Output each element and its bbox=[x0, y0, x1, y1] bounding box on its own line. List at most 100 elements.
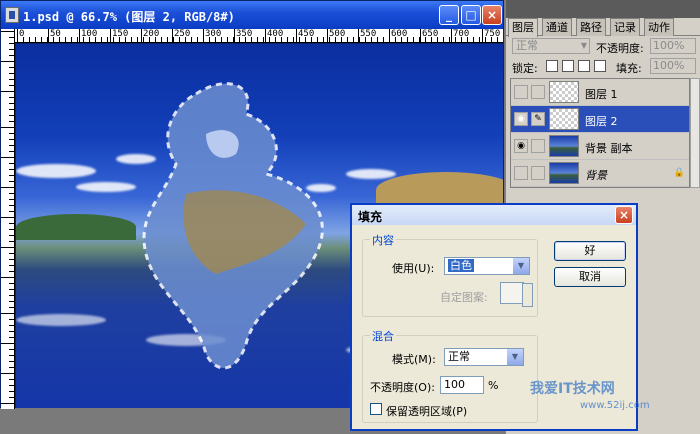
ruler-tick bbox=[234, 29, 235, 42]
use-select[interactable]: 白色 ▼ bbox=[444, 257, 530, 275]
ruler-label: 550 bbox=[360, 29, 377, 39]
layers-scrollbar[interactable] bbox=[690, 78, 700, 188]
opacity-field[interactable]: 100% bbox=[650, 38, 696, 54]
opacity-unit: % bbox=[488, 379, 499, 392]
mode-select-value: 正常 bbox=[448, 350, 470, 363]
vertical-ruler[interactable] bbox=[1, 29, 15, 409]
ruler-tick bbox=[9, 73, 14, 74]
ruler-tick bbox=[329, 37, 330, 42]
ruler-tick bbox=[281, 37, 282, 42]
ruler-tick bbox=[9, 121, 14, 122]
ruler-tick bbox=[221, 37, 222, 42]
dialog-titlebar[interactable]: 填充 × bbox=[352, 205, 636, 225]
lock-all-icon[interactable] bbox=[594, 60, 606, 72]
minimize-button[interactable]: _ bbox=[439, 5, 459, 25]
layer-row[interactable]: 图层 1 bbox=[511, 79, 689, 106]
ruler-tick bbox=[9, 211, 14, 212]
tab-paths[interactable]: 路径 bbox=[576, 18, 606, 36]
content-group bbox=[362, 239, 538, 317]
close-button[interactable]: × bbox=[482, 5, 502, 25]
tab-channels[interactable]: 通道 bbox=[542, 18, 572, 36]
ruler-tick bbox=[89, 37, 90, 42]
ruler-tick bbox=[251, 37, 252, 42]
ruler-tick bbox=[9, 163, 14, 164]
panel-header bbox=[506, 0, 700, 18]
ruler-tick bbox=[359, 37, 360, 42]
fill-field[interactable]: 100% bbox=[650, 58, 696, 74]
layer-row[interactable]: 背景 🔒 bbox=[511, 160, 689, 187]
mode-select[interactable]: 正常 ▼ bbox=[444, 348, 524, 366]
link-toggle[interactable] bbox=[531, 166, 545, 180]
ruler-tick bbox=[377, 37, 378, 42]
tab-history[interactable]: 记录 bbox=[610, 18, 640, 36]
ruler-tick bbox=[1, 91, 14, 92]
ruler-tick bbox=[365, 37, 366, 42]
watermark-url: www.52ij.com bbox=[580, 400, 650, 411]
ruler-tick bbox=[383, 37, 384, 42]
blend-mode-select[interactable]: 正常 bbox=[512, 38, 590, 54]
ruler-tick bbox=[9, 337, 14, 338]
horizontal-ruler[interactable]: 0 50 100 150 200 250 300 350 400 450 500 550 600 650 7… bbox=[15, 29, 503, 43]
eye-icon[interactable]: ◉ bbox=[514, 112, 528, 126]
ruler-tick bbox=[245, 37, 246, 42]
ruler-tick bbox=[305, 37, 306, 42]
preserve-transparency-checkbox[interactable] bbox=[370, 403, 382, 415]
ruler-tick bbox=[101, 37, 102, 42]
ruler-tick bbox=[323, 37, 324, 42]
ruler-tick bbox=[9, 85, 14, 86]
ruler-tick bbox=[95, 37, 96, 42]
maximize-button[interactable]: □ bbox=[461, 5, 481, 25]
ruler-tick bbox=[35, 37, 36, 42]
opacity-input[interactable]: 100 bbox=[440, 376, 484, 394]
eye-icon[interactable]: ◉ bbox=[514, 139, 528, 153]
ok-button[interactable]: 好 bbox=[554, 241, 626, 261]
fill-label: 填充: bbox=[616, 62, 642, 75]
document-titlebar[interactable]: 1.psd @ 66.7% (图层 2, RGB/8#) _ □ × bbox=[1, 1, 503, 29]
brush-icon[interactable]: ✎ bbox=[531, 112, 545, 126]
ruler-tick bbox=[9, 319, 14, 320]
content-group-label: 内容 bbox=[370, 232, 396, 248]
ruler-tick bbox=[239, 37, 240, 42]
visibility-toggle[interactable] bbox=[514, 166, 528, 180]
lock-transparency-icon[interactable] bbox=[546, 60, 558, 72]
lock-image-icon[interactable] bbox=[562, 60, 574, 72]
layer-row-selected[interactable]: ◉ ✎ 图层 2 bbox=[511, 106, 689, 133]
ruler-tick bbox=[1, 217, 14, 218]
tab-layers[interactable]: 图层 bbox=[508, 18, 538, 37]
ruler-tick bbox=[9, 97, 14, 98]
ruler-tick bbox=[335, 37, 336, 42]
ruler-tick bbox=[107, 37, 108, 42]
ruler-label: 600 bbox=[391, 29, 408, 39]
ruler-tick bbox=[9, 391, 14, 392]
ruler-tick bbox=[9, 175, 14, 176]
ruler-tick bbox=[77, 37, 78, 42]
dialog-close-button[interactable]: × bbox=[615, 206, 633, 224]
ruler-tick bbox=[461, 37, 462, 42]
ruler-tick bbox=[53, 37, 54, 42]
ruler-tick bbox=[275, 37, 276, 42]
ruler-tick bbox=[9, 67, 14, 68]
ruler-tick bbox=[9, 235, 14, 236]
tab-actions[interactable]: 动作 bbox=[644, 18, 674, 36]
ruler-tick bbox=[9, 151, 14, 152]
visibility-toggle[interactable] bbox=[514, 85, 528, 99]
ruler-tick bbox=[9, 133, 14, 134]
ruler-tick bbox=[425, 37, 426, 42]
ruler-tick bbox=[155, 37, 156, 42]
ruler-tick bbox=[119, 37, 120, 42]
cancel-button[interactable]: 取消 bbox=[554, 267, 626, 287]
ruler-tick bbox=[371, 37, 372, 42]
custom-pattern-picker[interactable] bbox=[500, 282, 533, 307]
ruler-tick bbox=[341, 37, 342, 42]
preserve-transparency-label: 保留透明区域(P) bbox=[386, 405, 468, 418]
layer-row[interactable]: ◉ 背景 副本 bbox=[511, 133, 689, 160]
lock-position-icon[interactable] bbox=[578, 60, 590, 72]
ruler-tick bbox=[48, 29, 49, 42]
link-toggle[interactable] bbox=[531, 85, 545, 99]
ruler-tick bbox=[9, 271, 14, 272]
link-toggle[interactable] bbox=[531, 139, 545, 153]
ruler-tick bbox=[185, 37, 186, 42]
ruler-tick bbox=[9, 301, 14, 302]
ruler-tick bbox=[83, 37, 84, 42]
ruler-tick bbox=[1, 157, 14, 158]
